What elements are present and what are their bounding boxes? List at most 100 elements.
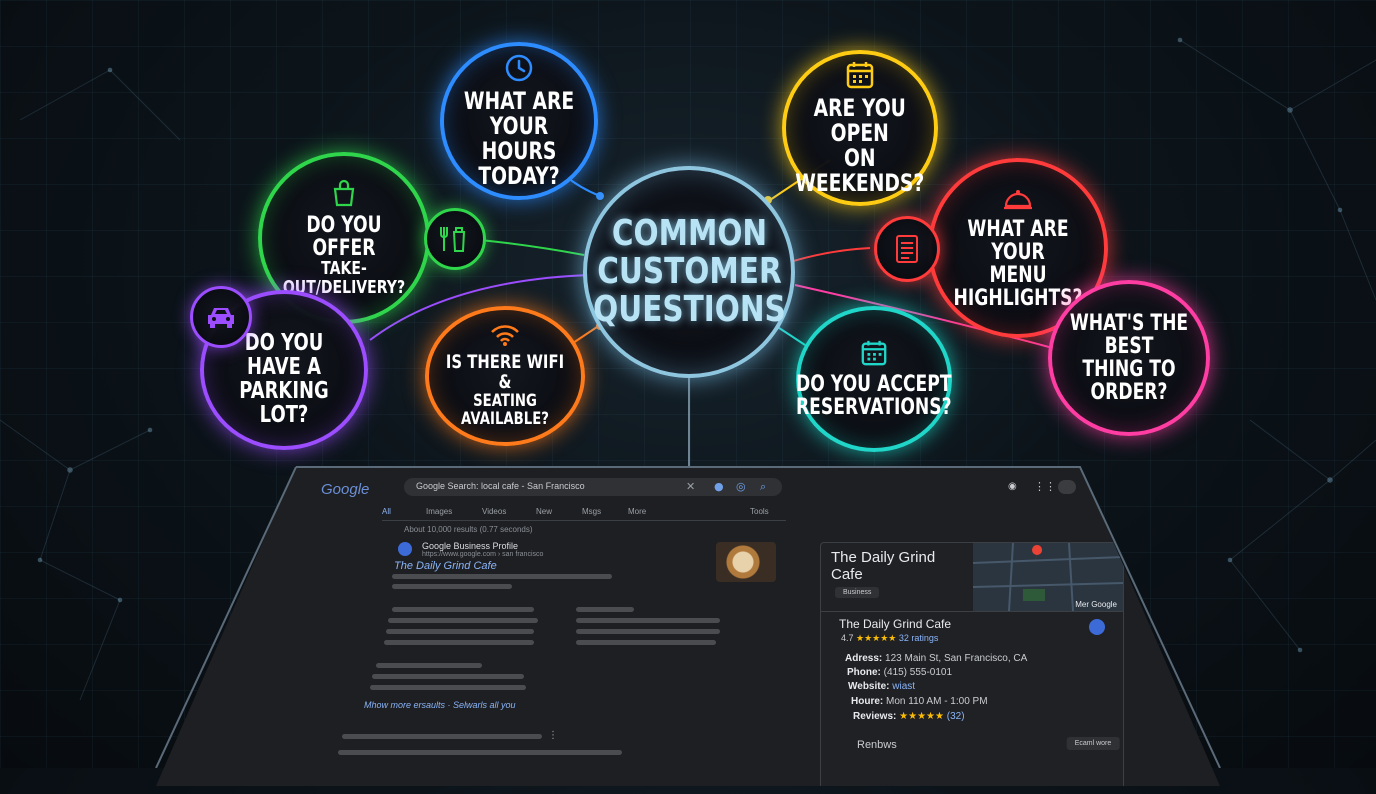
ratings-count[interactable]: 32 ratings [899, 633, 939, 643]
center-title: Common Customer Questions [593, 215, 786, 328]
question-line: seating available? [461, 391, 549, 429]
text-placeholder [576, 640, 716, 645]
question-line: menu highlights? [953, 263, 1083, 312]
text-placeholder [342, 734, 542, 739]
question-line: Do you offer [306, 213, 382, 262]
verified-icon [1089, 619, 1105, 635]
utensils-icon [440, 227, 466, 252]
business-badge: Business [835, 587, 880, 598]
bubble-weekends: Are you open on weekends? [782, 50, 938, 206]
write-review-button[interactable]: Ecaml wore [1066, 737, 1120, 750]
question-line: What are your [967, 216, 1069, 265]
text-placeholder [392, 607, 534, 612]
shopping-bag-icon [333, 179, 355, 207]
tab-videos[interactable]: Videos [482, 507, 506, 516]
reviews-count[interactable]: (32) [947, 711, 965, 722]
question-line: Is there WiFi & [445, 351, 565, 394]
lens-icon[interactable]: ◎ [736, 480, 746, 494]
search-icon[interactable]: ⌕ [760, 480, 766, 494]
text-placeholder [338, 750, 622, 755]
text-placeholder [576, 618, 720, 623]
bubble-wifi: Is there WiFi & seating available? [425, 306, 585, 446]
menu-badge [874, 216, 940, 282]
search-input[interactable]: Google Search: local cafe - San Francisc… [404, 478, 782, 496]
search-query: Google Search: local cafe - San Francisc… [416, 481, 585, 491]
apps-grid-icon[interactable]: ⋮⋮ [1034, 480, 1056, 493]
calendar-icon [861, 340, 887, 366]
car-icon [208, 308, 234, 328]
knowledge-panel: The Daily Grind Cafe Business Mer Google… [820, 542, 1124, 786]
rating-row: 4.7 ★★★★★ 32 ratings [841, 633, 938, 644]
text-placeholder [388, 618, 538, 623]
reviews-heading: Renbws [857, 739, 897, 751]
cloche-icon [1004, 189, 1032, 209]
center-bubble: Common Customer Questions [583, 166, 795, 378]
reviews-stars: ★★★★★ [899, 711, 944, 722]
connector-takeout [479, 239, 585, 256]
question-line: on weekends? [795, 144, 925, 198]
result-thumbnail [716, 542, 776, 582]
text-placeholder [576, 629, 720, 634]
address-row: Adress: 123 Main St, San Francisco, CA [845, 653, 1027, 664]
phone-value[interactable]: (415) 555-0101 [884, 667, 952, 678]
center-line: Common [611, 213, 767, 255]
text-placeholder [392, 584, 512, 589]
question-line: thing to order? [1082, 357, 1176, 406]
map-pin-icon [1032, 545, 1043, 566]
more-options-icon[interactable]: ⋮ [548, 730, 558, 741]
phone-row: Phone: (415) 555-0101 [847, 667, 952, 678]
website-link[interactable]: wiast [892, 681, 915, 692]
tab-msgs[interactable]: Msgs [582, 507, 601, 516]
tab-images[interactable]: Images [426, 507, 452, 516]
clock-icon [505, 54, 533, 81]
reviews-row: Reviews: ★★★★★ (32) [853, 711, 965, 722]
website-row: Website: wiast [848, 681, 915, 692]
tab-more[interactable]: More [628, 507, 646, 516]
bubble-reservations: Do you accept reservations? [796, 306, 952, 452]
text-placeholder [384, 640, 534, 645]
labs-icon[interactable]: ◉ [1008, 481, 1017, 492]
text-placeholder [386, 629, 534, 634]
browser-window: Google Google Search: local cafe - San F… [156, 466, 1220, 786]
connector-menu [789, 247, 871, 263]
site-favicon [398, 542, 412, 556]
more-results-link[interactable]: Mhow more ersaults · Selwarls all you [364, 700, 516, 710]
website-label: Website: [848, 681, 890, 692]
clear-icon[interactable]: ✕ [686, 480, 695, 494]
text-placeholder [372, 674, 524, 679]
node-dot [596, 192, 604, 200]
result-title[interactable]: The Daily Grind Cafe [394, 560, 497, 572]
search-tabs: All Images Videos New Msgs More Tools [382, 507, 782, 521]
tab-news[interactable]: New [536, 507, 552, 516]
business-name: The Daily Grind Cafe [839, 617, 952, 631]
text-placeholder [370, 685, 526, 690]
question-line: What are [463, 86, 575, 115]
mic-icon[interactable]: ● [714, 480, 724, 494]
parking-badge [190, 286, 252, 348]
wifi-icon [491, 325, 519, 347]
menu-document-icon [896, 235, 918, 263]
tab-all[interactable]: All [382, 507, 391, 516]
question-line: Are you open [813, 93, 907, 147]
phone-label: Phone: [847, 667, 881, 678]
bubble-hours: What are your hours today? [440, 42, 598, 200]
result-source: Google Business Profile [422, 541, 519, 551]
center-line: Questions [592, 288, 786, 330]
map-thumbnail[interactable]: Mer Google [973, 543, 1123, 611]
address-value: 123 Main St, San Francisco, CA [885, 653, 1028, 664]
avatar[interactable] [1058, 480, 1076, 494]
question-line: parking lot? [239, 378, 329, 429]
hours-label: Houre: [851, 696, 884, 707]
rating-value: 4.7 [841, 633, 854, 643]
center-line: Customer [596, 251, 782, 293]
tools-button[interactable]: Tools [750, 507, 769, 516]
question-line: reservations? [796, 395, 952, 420]
text-placeholder [376, 663, 482, 668]
hours-value: Mon 110 AM - 1:00 PM [886, 696, 988, 707]
bubble-best-order: What's the best thing to order? [1048, 280, 1210, 436]
hours-row: Houre: Mon 110 AM - 1:00 PM [851, 696, 988, 707]
text-placeholder [392, 574, 612, 579]
rating-stars: ★★★★★ [856, 633, 897, 643]
question-line: today? [478, 162, 560, 191]
panel-title: The Daily Grind Cafe [831, 549, 936, 583]
